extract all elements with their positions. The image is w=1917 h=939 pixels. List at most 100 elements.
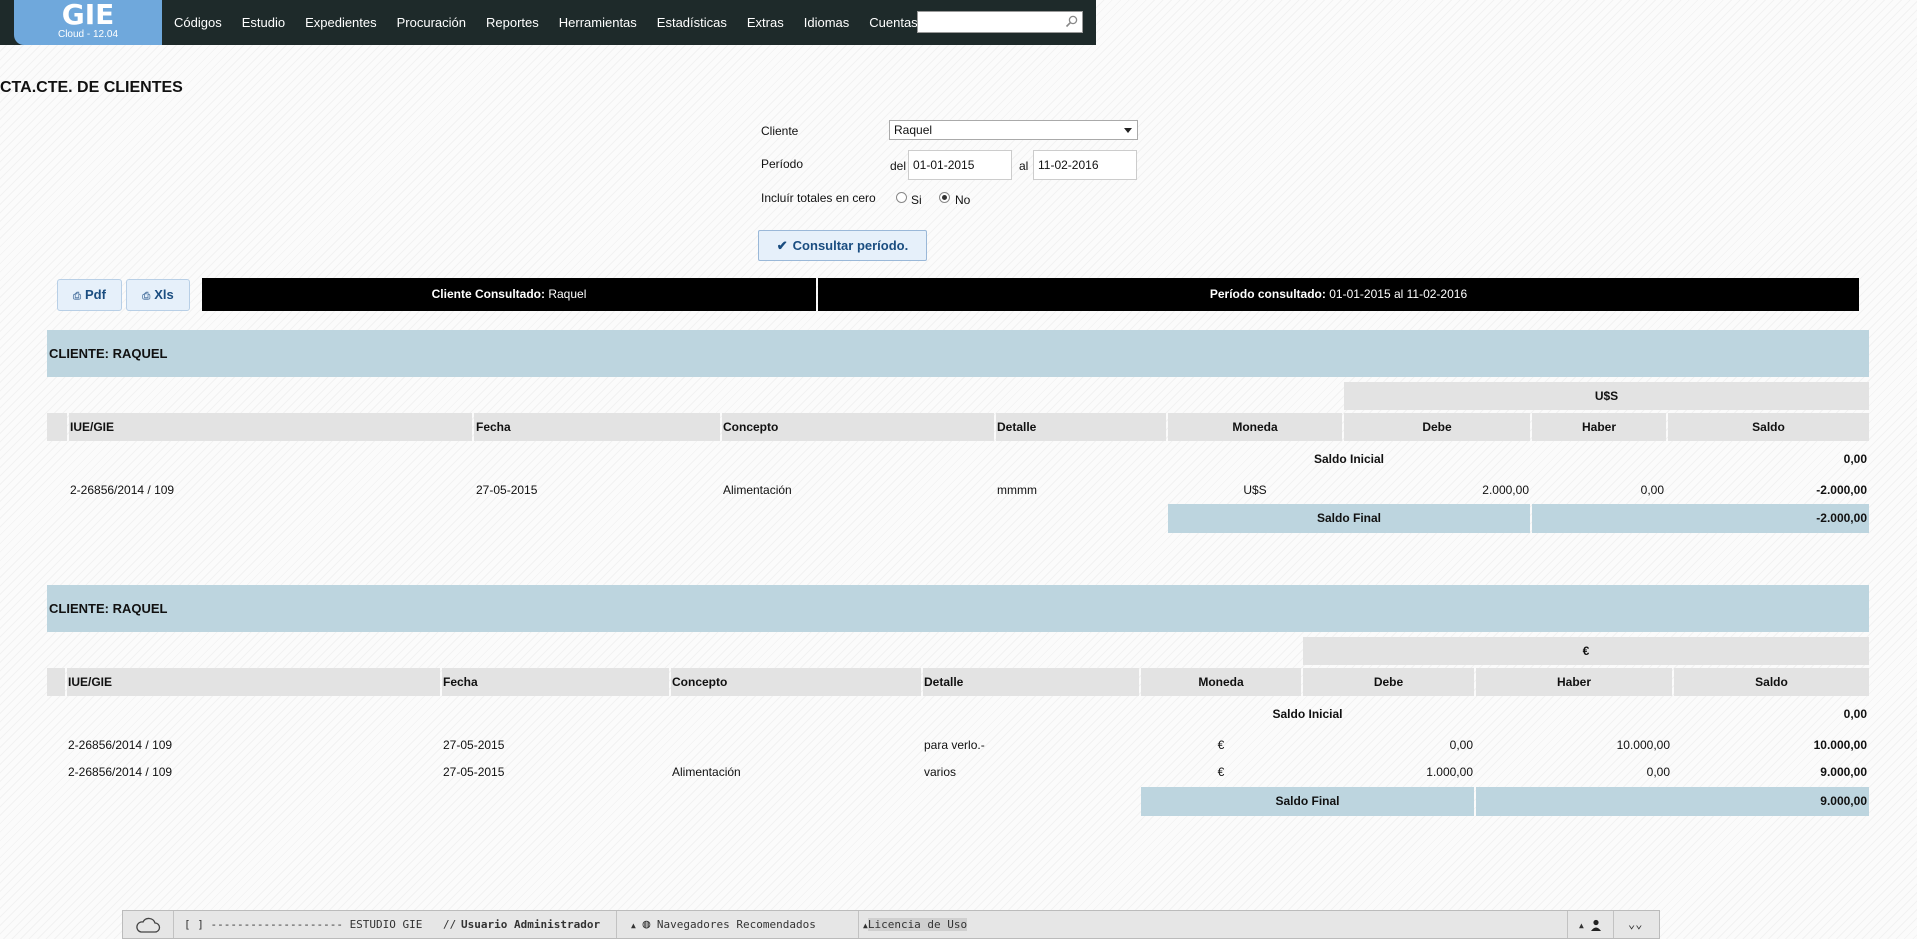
check-icon: ✔ bbox=[776, 238, 788, 253]
globe-icon: ◍ bbox=[642, 917, 651, 932]
al-label: al bbox=[1019, 159, 1029, 173]
pdf-label: Pdf bbox=[85, 287, 106, 302]
col-moneda[interactable]: Moneda bbox=[1141, 668, 1301, 696]
menu-idiomas[interactable]: Idiomas bbox=[794, 15, 860, 30]
menu-extras[interactable]: Extras bbox=[737, 15, 794, 30]
menu-herramientas[interactable]: Herramientas bbox=[549, 15, 647, 30]
print-icon: ⎙ bbox=[73, 291, 82, 302]
fecha-hasta-input[interactable]: 11-02-2016 bbox=[1033, 150, 1137, 180]
radio-no[interactable] bbox=[939, 192, 950, 203]
row-moneda: € bbox=[1217, 765, 1225, 779]
col-moneda[interactable]: Moneda bbox=[1168, 413, 1342, 441]
page-title: CTA.CTE. DE CLIENTES bbox=[0, 79, 183, 96]
cliente-select[interactable]: Raquel bbox=[889, 120, 1138, 140]
radio-si[interactable] bbox=[896, 192, 907, 203]
saldo-final-label: Saldo Final bbox=[1168, 504, 1530, 533]
col-detalle[interactable]: Detalle bbox=[923, 668, 1139, 696]
logo-text: GIE bbox=[61, 0, 115, 31]
user-menu[interactable]: ▲ bbox=[1579, 911, 1602, 938]
col-fecha[interactable]: Fecha bbox=[442, 668, 669, 696]
chevron-down-icon bbox=[1124, 128, 1132, 133]
footer-browsers-label: Navegadores Recomendados bbox=[656, 918, 816, 931]
footer-bar: [ ] -------------------- ESTUDIO GIE // … bbox=[122, 910, 1660, 939]
col-haber[interactable]: Haber bbox=[1532, 413, 1666, 441]
row-detalle: para verlo.- bbox=[924, 738, 985, 752]
main-menu: Códigos Estudio Expedientes Procuración … bbox=[164, 0, 928, 45]
col-concepto[interactable]: Concepto bbox=[722, 413, 994, 441]
menu-reportes[interactable]: Reportes bbox=[476, 15, 549, 30]
row-iue: 2-26856/2014 / 109 bbox=[68, 738, 173, 752]
periodo-consultado-value: 01-01-2015 al 11-02-2016 bbox=[1329, 287, 1468, 301]
consultar-label: Consultar período. bbox=[792, 238, 909, 253]
row-haber: 0,00 bbox=[1640, 483, 1664, 497]
search-box bbox=[917, 11, 1083, 33]
saldo-inicial-value: 0,00 bbox=[1843, 452, 1867, 466]
search-icon[interactable] bbox=[1065, 15, 1078, 28]
saldo-final-value: 9.000,00 bbox=[1476, 787, 1869, 816]
currency-header: € bbox=[1303, 637, 1869, 665]
footer-user: Usuario Administrador bbox=[461, 918, 601, 931]
footer-browsers[interactable]: ▲ ◍ Navegadores Recomendados bbox=[631, 911, 816, 938]
menu-estudio[interactable]: Estudio bbox=[232, 15, 295, 30]
col-haber[interactable]: Haber bbox=[1476, 668, 1672, 696]
cliente-section-name: RAQUEL bbox=[112, 346, 168, 361]
cliente-section-header: CLIENTE: RAQUEL bbox=[47, 585, 1869, 632]
menu-estadisticas[interactable]: Estadísticas bbox=[647, 15, 737, 30]
footer-studio: [ ] -------------------- ESTUDIO GIE // bbox=[184, 911, 456, 938]
top-navbar: GIE Cloud - 12.04 Códigos Estudio Expedi… bbox=[0, 0, 1096, 45]
menu-expedientes[interactable]: Expedientes bbox=[295, 15, 387, 30]
caret-up-icon: ▲ bbox=[1579, 921, 1584, 930]
footer-license[interactable]: ▲Licencia de Uso bbox=[863, 911, 968, 938]
currency-header: U$S bbox=[1344, 382, 1869, 410]
col-iue[interactable]: IUE/GIE bbox=[67, 668, 440, 696]
cloud-icon[interactable] bbox=[135, 916, 161, 934]
menu-procuracion[interactable]: Procuración bbox=[387, 15, 476, 30]
col-fecha[interactable]: Fecha bbox=[474, 413, 720, 441]
print-icon: ⎙ bbox=[142, 291, 151, 302]
row-debe: 2.000,00 bbox=[1482, 483, 1529, 497]
col-debe[interactable]: Debe bbox=[1344, 413, 1530, 441]
app-version: Cloud - 12.04 bbox=[57, 29, 119, 40]
row-fecha: 27-05-2015 bbox=[443, 765, 505, 779]
periodo-consultado-bar: Período consultado: 01-01-2015 al 11-02-… bbox=[818, 278, 1859, 311]
collapse-icon[interactable]: ⌄⌄ bbox=[1628, 911, 1642, 938]
caret-up-icon: ▲ bbox=[631, 921, 636, 930]
row-debe: 1.000,00 bbox=[1426, 765, 1473, 779]
xls-export-button[interactable]: ⎙ Xls bbox=[126, 279, 190, 311]
app-logo[interactable]: GIE Cloud - 12.04 bbox=[14, 0, 162, 45]
col-saldo[interactable]: Saldo bbox=[1668, 413, 1869, 441]
row-saldo: 9.000,00 bbox=[1820, 765, 1867, 779]
col-iue[interactable]: IUE/GIE bbox=[69, 413, 472, 441]
row-iue: 2-26856/2014 / 109 bbox=[68, 765, 173, 779]
col-concepto[interactable]: Concepto bbox=[671, 668, 921, 696]
row-haber: 0,00 bbox=[1646, 765, 1670, 779]
col-detalle[interactable]: Detalle bbox=[996, 413, 1166, 441]
row-fecha: 27-05-2015 bbox=[443, 738, 505, 752]
pdf-export-button[interactable]: ⎙ Pdf bbox=[57, 279, 122, 311]
row-indicator-header bbox=[47, 668, 65, 696]
row-detalle: mmmm bbox=[997, 483, 1037, 497]
consultar-periodo-button[interactable]: ✔ Consultar período. bbox=[758, 230, 927, 261]
saldo-inicial-value: 0,00 bbox=[1843, 707, 1867, 721]
col-debe[interactable]: Debe bbox=[1303, 668, 1474, 696]
col-saldo[interactable]: Saldo bbox=[1674, 668, 1869, 696]
periodo-consultado-label: Período consultado: bbox=[1209, 287, 1326, 301]
cliente-select-value: Raquel bbox=[894, 123, 933, 137]
row-saldo: 10.000,00 bbox=[1813, 738, 1867, 752]
totales-cero-label: Incluír totales en cero bbox=[761, 191, 876, 205]
saldo-inicial-label: Saldo Inicial bbox=[1313, 452, 1385, 466]
cliente-section-header: CLIENTE: RAQUEL bbox=[47, 330, 1869, 377]
search-input[interactable] bbox=[920, 13, 1062, 33]
menu-codigos[interactable]: Códigos bbox=[164, 15, 232, 30]
xls-label: Xls bbox=[154, 287, 174, 302]
cliente-consultado-bar: Cliente Consultado: Raquel bbox=[202, 278, 816, 311]
footer-studio-text: [ ] -------------------- ESTUDIO GIE bbox=[184, 918, 423, 931]
cliente-label: Cliente bbox=[761, 124, 799, 138]
fecha-desde-input[interactable]: 01-01-2015 bbox=[908, 150, 1012, 180]
row-moneda: € bbox=[1217, 738, 1225, 752]
footer-license-label: Licencia de Uso bbox=[867, 918, 968, 931]
cliente-section-name: RAQUEL bbox=[112, 601, 168, 616]
cliente-section-label: CLIENTE: bbox=[49, 601, 109, 616]
periodo-label: Período bbox=[761, 157, 804, 171]
footer-slashes: // bbox=[443, 918, 457, 931]
